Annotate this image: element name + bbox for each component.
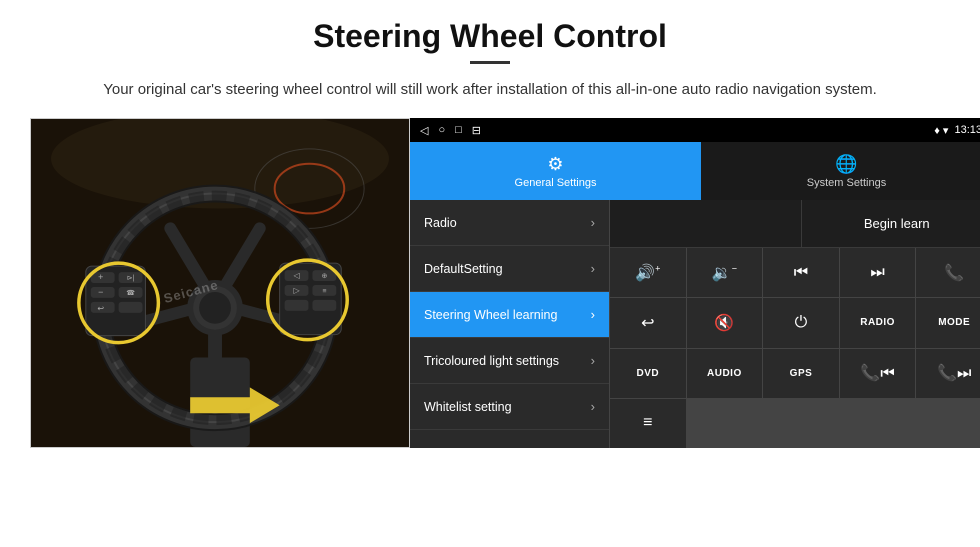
chevron-icon: › — [591, 307, 595, 322]
page-container: Steering Wheel Control Your original car… — [0, 0, 980, 458]
page-subtitle: Your original car's steering wheel contr… — [90, 78, 890, 102]
chevron-icon: › — [591, 215, 595, 230]
status-bar-nav: ◁ ○ □ ⊟ — [420, 124, 481, 137]
svg-text:−: − — [98, 287, 103, 297]
menu-item-steering-label: Steering Wheel learning — [424, 308, 591, 322]
nav-recent-icon[interactable]: □ — [455, 124, 462, 136]
svg-text:⊳|: ⊳| — [127, 275, 135, 282]
svg-text:☎: ☎ — [126, 289, 135, 297]
svg-text:◁: ◁ — [293, 271, 300, 280]
svg-text:≡: ≡ — [322, 288, 326, 295]
vol-down-icon: 🔉− — [712, 263, 737, 283]
next-track-button[interactable]: ⏭ — [840, 248, 916, 297]
clock-display: 13:13 — [954, 124, 980, 136]
left-menu: Radio › DefaultSetting › Steering Wheel … — [410, 200, 610, 448]
menu-item-tricoloured-label: Tricoloured light settings — [424, 354, 591, 368]
power-icon: ⏻ — [795, 314, 808, 332]
tab-general-label: General Settings — [515, 177, 597, 189]
mute-button[interactable]: 🔇 — [687, 298, 763, 347]
radio-label: RADIO — [860, 317, 895, 328]
gps-indicator-icon: ♦ ▾ — [934, 124, 948, 137]
gps-label: GPS — [790, 368, 813, 379]
audio-button[interactable]: AUDIO — [687, 349, 763, 398]
tab-bar: ⚙ General Settings 🌐 System Settings — [410, 142, 980, 200]
vol-up-icon: 🔊+ — [635, 263, 660, 283]
menu-item-whitelist[interactable]: Whitelist setting › — [410, 384, 609, 430]
menu-item-default-setting[interactable]: DefaultSetting › — [410, 246, 609, 292]
tab-general-settings[interactable]: ⚙ General Settings — [410, 142, 701, 200]
tab-system-label: System Settings — [807, 177, 886, 189]
hang-up-icon: ↩ — [641, 313, 654, 333]
power-button[interactable]: ⏻ — [763, 298, 839, 347]
menu-item-radio[interactable]: Radio › — [410, 200, 609, 246]
control-buttons-grid: 🔊+ 🔉− ⏮ ⏭ 📞 — [610, 248, 980, 448]
phone-button[interactable]: 📞 — [916, 248, 980, 297]
phone-next-button[interactable]: 📞⏭ — [916, 349, 980, 398]
chevron-icon: › — [591, 353, 595, 368]
vol-up-button[interactable]: 🔊+ — [610, 248, 686, 297]
steering-wheel-svg: + − ⊳| ☎ ↩ ◁ ▷ ⊕ ≡ — [31, 119, 409, 447]
chevron-icon: › — [591, 261, 595, 276]
menu-item-whitelist-label: Whitelist setting — [424, 400, 591, 414]
svg-text:↩: ↩ — [97, 304, 104, 313]
vol-down-button[interactable]: 🔉− — [687, 248, 763, 297]
begin-learn-button[interactable]: Begin learn — [802, 200, 980, 247]
nav-home-icon[interactable]: ○ — [438, 124, 445, 136]
chevron-icon: › — [591, 399, 595, 414]
list-button[interactable]: ≡ — [610, 399, 686, 448]
status-bar-indicators: ♦ ▾ 13:13 — [934, 124, 980, 137]
begin-learn-row: Begin learn — [610, 200, 980, 248]
globe-settings-icon: 🌐 — [835, 154, 857, 175]
phone-prev-button[interactable]: 📞⏮ — [840, 349, 916, 398]
phone-next-icon: 📞⏭ — [937, 363, 971, 383]
gps-button[interactable]: GPS — [763, 349, 839, 398]
gear-settings-icon: ⚙ — [547, 154, 563, 175]
audio-label: AUDIO — [707, 368, 742, 379]
phone-icon: 📞 — [944, 263, 964, 283]
svg-text:+: + — [98, 272, 103, 282]
main-content: Radio › DefaultSetting › Steering Wheel … — [410, 200, 980, 448]
svg-text:▷: ▷ — [293, 286, 300, 295]
mute-icon: 🔇 — [714, 313, 734, 333]
svg-text:⊕: ⊕ — [321, 273, 327, 280]
hang-up-button[interactable]: ↩ — [610, 298, 686, 347]
prev-track-button[interactable]: ⏮ — [763, 248, 839, 297]
nav-back-icon[interactable]: ◁ — [420, 124, 428, 137]
dvd-label: DVD — [636, 368, 659, 379]
phone-prev-icon: 📞⏮ — [860, 363, 894, 383]
status-bar: ◁ ○ □ ⊟ ♦ ▾ 13:13 — [410, 118, 980, 142]
content-row: + − ⊳| ☎ ↩ ◁ ▷ ⊕ ≡ — [30, 118, 950, 448]
title-divider — [470, 61, 510, 64]
nav-more-icon[interactable]: ⊟ — [472, 124, 481, 137]
right-panel: Begin learn 🔊+ 🔉− ⏮ — [610, 200, 980, 448]
dvd-button[interactable]: DVD — [610, 349, 686, 398]
begin-learn-left-space — [610, 200, 802, 247]
mode-button[interactable]: MODE — [916, 298, 980, 347]
menu-item-tricoloured[interactable]: Tricoloured light settings › — [410, 338, 609, 384]
menu-item-steering-wheel[interactable]: Steering Wheel learning › — [410, 292, 609, 338]
list-icon: ≡ — [643, 414, 652, 432]
radio-button[interactable]: RADIO — [840, 298, 916, 347]
car-image-container: + − ⊳| ☎ ↩ ◁ ▷ ⊕ ≡ — [30, 118, 410, 448]
page-title: Steering Wheel Control — [30, 18, 950, 55]
menu-item-default-label: DefaultSetting — [424, 262, 591, 276]
next-track-icon: ⏭ — [870, 264, 884, 282]
tab-system-settings[interactable]: 🌐 System Settings — [701, 142, 980, 200]
menu-item-radio-label: Radio — [424, 216, 591, 230]
prev-track-icon: ⏮ — [794, 264, 808, 282]
android-ui: ◁ ○ □ ⊟ ♦ ▾ 13:13 ⚙ General Settings 🌐 — [410, 118, 980, 448]
mode-label: MODE — [938, 317, 970, 328]
